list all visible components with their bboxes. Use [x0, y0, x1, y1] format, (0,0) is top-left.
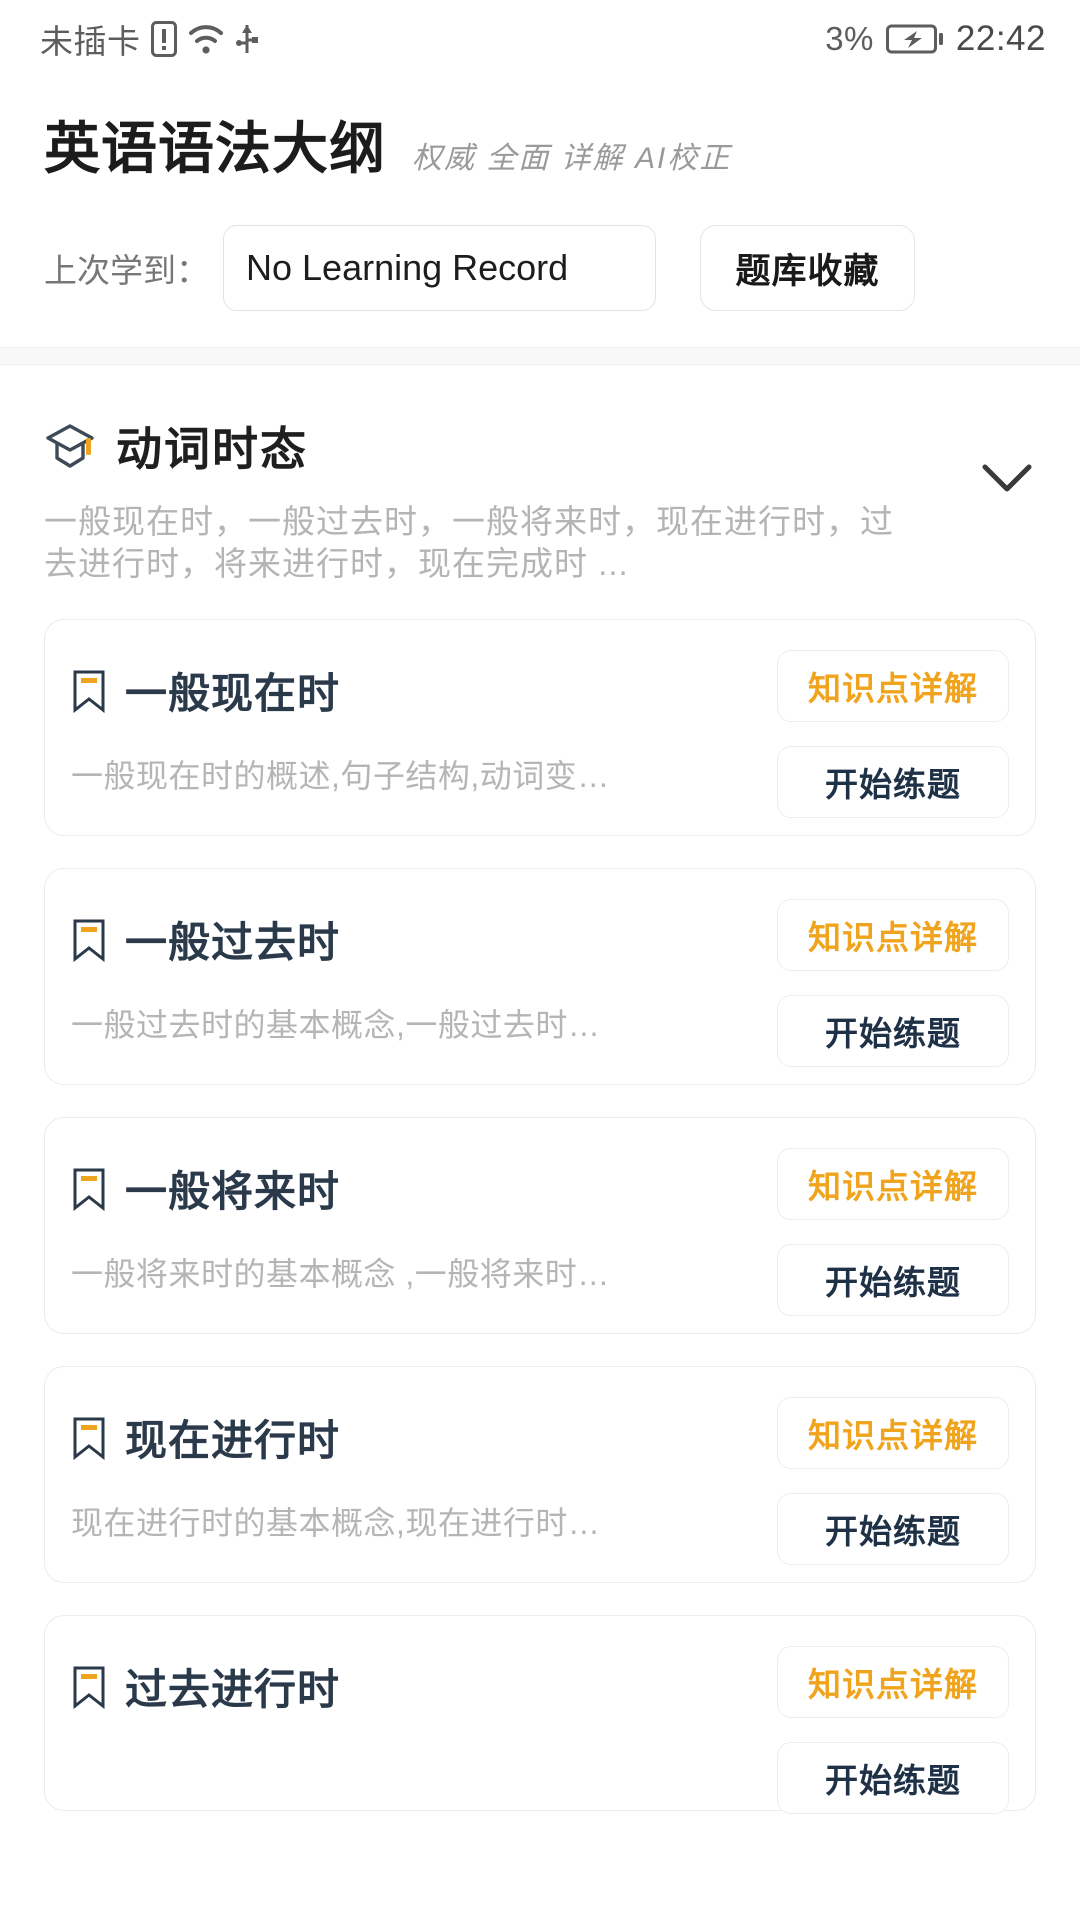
knowledge-detail-button[interactable]: 知识点详解: [777, 1397, 1009, 1470]
graduation-cap-icon: [44, 420, 96, 472]
start-practice-button[interactable]: 开始练题: [777, 995, 1009, 1068]
topic-card[interactable]: 现在进行时 现在进行时的基本概念,现在进行时… 知识点详解 开始练题: [44, 1366, 1036, 1584]
topic-card-title: 一般将来时: [125, 1168, 341, 1216]
topic-card-title-row: 一般现在时: [71, 660, 711, 721]
topic-card[interactable]: 一般过去时 一般过去时的基本概念,一般过去时… 知识点详解 开始练题: [44, 868, 1036, 1086]
topic-card-title-row: 一般将来时: [71, 1158, 711, 1219]
topic-card-title-row: 现在进行时: [71, 1407, 711, 1468]
title-row: 英语语法大纲 权威 全面 详解 AI校正: [44, 104, 1036, 185]
knowledge-detail-button[interactable]: 知识点详解: [777, 1646, 1009, 1719]
topic-card-content: 过去进行时: [71, 1656, 711, 1747]
topic-card-content: 一般过去时 一般过去时的基本概念,一般过去时…: [71, 909, 711, 1046]
status-bar: 未插卡 3% 22:42: [0, 0, 1080, 78]
knowledge-detail-button-label: 知识点详解: [808, 919, 978, 957]
last-learned-label: 上次学到：: [44, 252, 209, 289]
last-learned-value: No Learning Record: [246, 247, 569, 288]
status-bar-right: 3% 22:42: [825, 19, 1046, 59]
section-verb-tense[interactable]: 动词时态 一般现在时，一般过去时，一般将来时，现在进行时，过去进行时，将来进行时…: [0, 365, 1080, 585]
carrier-label: 未插卡: [40, 23, 141, 60]
last-learned-row: 上次学到： No Learning Record 题库收藏: [44, 225, 1036, 311]
knowledge-detail-button[interactable]: 知识点详解: [777, 1148, 1009, 1221]
topic-card-description: 一般现在时的概述,句子结构,动词变…: [71, 758, 610, 795]
header-separator: [0, 347, 1080, 365]
topic-card-content: 一般将来时 一般将来时的基本概念 ,一般将来时…: [71, 1158, 711, 1295]
page-title: 英语语法大纲: [44, 117, 386, 180]
topic-card-content: 一般现在时 一般现在时的概述,句子结构,动词变…: [71, 660, 711, 797]
knowledge-detail-button-label: 知识点详解: [808, 1666, 978, 1704]
topic-card[interactable]: 一般将来时 一般将来时的基本概念 ,一般将来时… 知识点详解 开始练题: [44, 1117, 1036, 1335]
page-header: 英语语法大纲 权威 全面 详解 AI校正 上次学到： No Learning R…: [0, 78, 1080, 311]
start-practice-button[interactable]: 开始练题: [777, 746, 1009, 819]
topic-card-title: 一般现在时: [125, 670, 341, 718]
knowledge-detail-button[interactable]: 知识点详解: [777, 899, 1009, 972]
last-learned-field[interactable]: No Learning Record: [223, 225, 656, 311]
bookmark-icon: [71, 1665, 107, 1710]
topic-card-title: 现在进行时: [125, 1417, 341, 1465]
topic-card-title: 一般过去时: [125, 919, 341, 967]
topic-card-description: 现在进行时的基本概念,现在进行时…: [71, 1505, 601, 1542]
topic-card-title: 过去进行时: [125, 1666, 341, 1714]
knowledge-detail-button-label: 知识点详解: [808, 1168, 978, 1206]
topic-card-list: 一般现在时 一般现在时的概述,句子结构,动词变… 知识点详解 开始练题 一般过去…: [0, 585, 1080, 1815]
knowledge-detail-button[interactable]: 知识点详解: [777, 650, 1009, 723]
start-practice-button[interactable]: 开始练题: [777, 1742, 1009, 1815]
topic-card-title-row: 一般过去时: [71, 909, 711, 970]
section-title: 动词时态: [116, 423, 308, 475]
topic-card-description: 一般过去时的基本概念,一般过去时…: [71, 1007, 601, 1044]
battery-charging-icon: [885, 23, 944, 55]
topic-card-content: 现在进行时 现在进行时的基本概念,现在进行时…: [71, 1407, 711, 1544]
start-practice-button-label: 开始练题: [825, 1762, 961, 1800]
topic-card[interactable]: 过去进行时 知识点详解 开始练题: [44, 1615, 1036, 1815]
bookmark-icon: [71, 918, 107, 963]
section-header-row: 动词时态: [44, 413, 1036, 479]
topic-card-actions: 知识点详解 开始练题: [777, 1148, 1009, 1317]
topic-card-actions: 知识点详解 开始练题: [777, 1646, 1009, 1815]
section-description: 一般现在时，一般过去时，一般将来时，现在进行时，过去进行时，将来进行时，现在完成…: [44, 503, 894, 583]
topic-card[interactable]: 一般现在时 一般现在时的概述,句子结构,动词变… 知识点详解 开始练题: [44, 619, 1036, 837]
topic-card-actions: 知识点详解 开始练题: [777, 1397, 1009, 1566]
knowledge-detail-button-label: 知识点详解: [808, 1417, 978, 1455]
start-practice-button-label: 开始练题: [825, 1015, 961, 1053]
status-bar-left: 未插卡: [40, 15, 259, 63]
start-practice-button[interactable]: 开始练题: [777, 1493, 1009, 1566]
clock-label: 22:42: [955, 19, 1046, 58]
topic-card-title-row: 过去进行时: [71, 1656, 711, 1717]
favorites-button[interactable]: 题库收藏: [700, 225, 915, 311]
bookmark-icon: [71, 1167, 107, 1212]
battery-percent-label: 3%: [825, 20, 874, 57]
topic-card-actions: 知识点详解 开始练题: [777, 650, 1009, 819]
start-practice-button-label: 开始练题: [825, 1264, 961, 1302]
start-practice-button[interactable]: 开始练题: [777, 1244, 1009, 1317]
chevron-down-icon[interactable]: [980, 461, 1034, 495]
topic-card-description: 一般将来时的基本概念 ,一般将来时…: [71, 1256, 610, 1293]
sim-alert-icon: [150, 21, 177, 57]
start-practice-button-label: 开始练题: [825, 1513, 961, 1551]
bookmark-icon: [71, 1416, 107, 1461]
wifi-icon: [187, 22, 225, 56]
topic-card-actions: 知识点详解 开始练题: [777, 899, 1009, 1068]
knowledge-detail-button-label: 知识点详解: [808, 670, 978, 708]
start-practice-button-label: 开始练题: [825, 766, 961, 804]
usb-icon: [235, 21, 259, 57]
page-subtitle: 权威 全面 详解 AI校正: [412, 142, 732, 175]
bookmark-icon: [71, 669, 107, 714]
favorites-button-label: 题库收藏: [735, 251, 880, 291]
